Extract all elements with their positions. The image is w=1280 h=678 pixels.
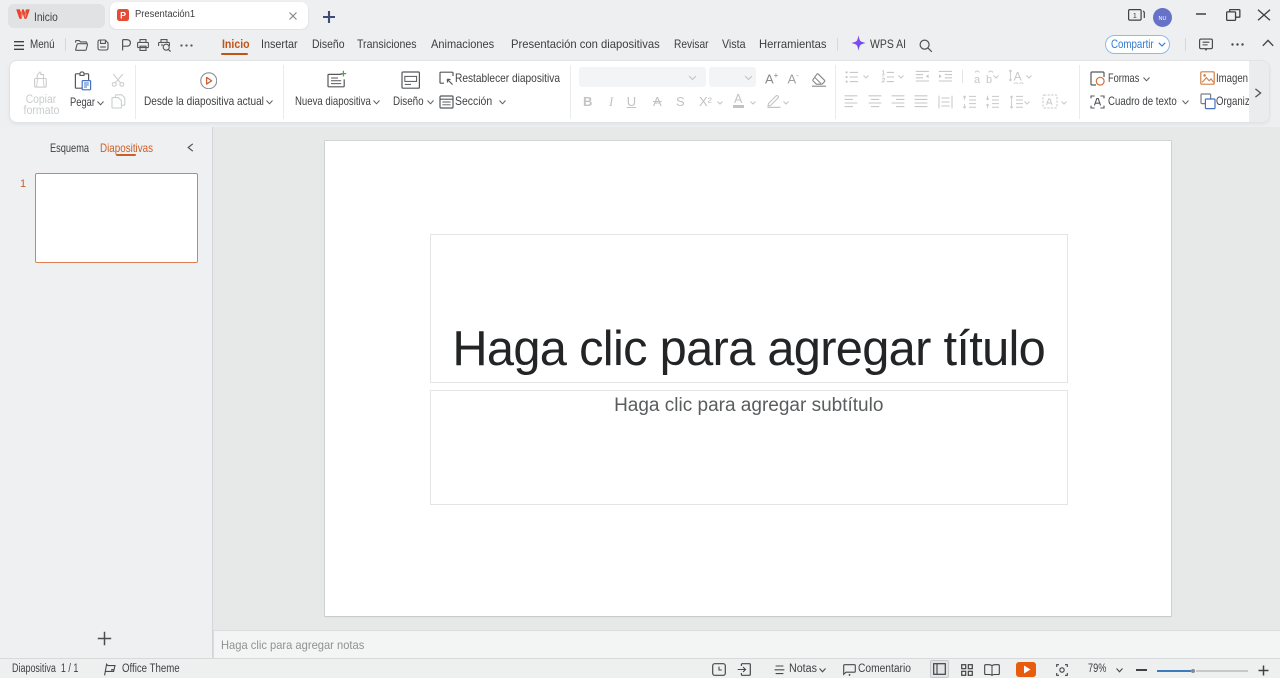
svg-text:A: A — [1013, 70, 1021, 84]
svg-text:a: a — [974, 74, 981, 85]
svg-text:P: P — [120, 10, 126, 20]
svg-text:1: 1 — [1132, 11, 1136, 20]
svg-text:NU: NU — [1158, 16, 1166, 22]
svg-text:b: b — [986, 74, 992, 85]
